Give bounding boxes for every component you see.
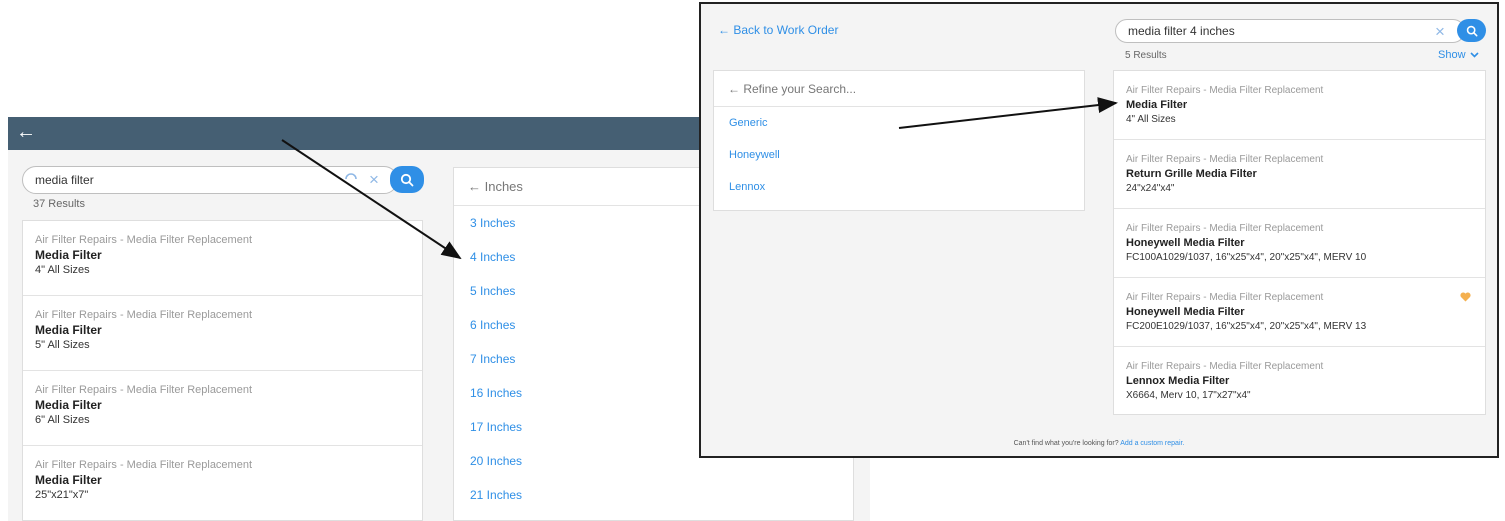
refine-panel-header[interactable]: ← Refine your Search... <box>714 71 1084 107</box>
overlay-screenshot: ← Back to Work Order media filter 4 inch… <box>699 2 1499 458</box>
result-title: Lennox Media Filter <box>1126 375 1230 387</box>
search-button[interactable] <box>390 166 424 193</box>
result-item[interactable]: Air Filter Repairs - Media Filter Replac… <box>23 446 422 521</box>
result-title: Media Filter <box>35 398 102 412</box>
inch-option[interactable]: 21 Inches <box>454 478 853 512</box>
search-icon <box>1466 25 1477 36</box>
result-item[interactable]: Air Filter Repairs - Media Filter Replac… <box>1114 71 1485 140</box>
footer-text: Can't find what you're looking for? <box>1013 440 1121 447</box>
back-to-work-order-link[interactable]: ← Back to Work Order <box>718 23 838 37</box>
refine-option[interactable]: Generic <box>714 107 1084 139</box>
result-detail: 5" All Sizes <box>35 339 90 351</box>
result-title: Return Grille Media Filter <box>1126 168 1257 180</box>
chevron-down-icon <box>1469 52 1479 58</box>
clear-search-icon[interactable]: × <box>369 171 379 188</box>
result-detail: 4" All Sizes <box>35 264 90 276</box>
result-category: Air Filter Repairs - Media Filter Replac… <box>35 309 253 321</box>
result-category: Air Filter Repairs - Media Filter Replac… <box>35 384 253 396</box>
search-input[interactable]: media filter <box>22 166 398 194</box>
refine-search-panel: ← Refine your Search... Generic Honeywel… <box>713 70 1085 211</box>
result-detail: 24"x24"x4" <box>1126 183 1175 194</box>
result-title: Media Filter <box>35 248 102 262</box>
result-count: 5 Results <box>1125 50 1167 61</box>
result-count: 37 Results <box>33 198 85 210</box>
result-title: Honeywell Media Filter <box>1126 237 1245 249</box>
result-item[interactable]: Air Filter Repairs - Media Filter Replac… <box>1114 140 1485 209</box>
result-item[interactable]: Air Filter Repairs - Media Filter Replac… <box>23 221 422 296</box>
search-input[interactable]: media filter 4 inches <box>1115 19 1465 43</box>
result-detail: 25"x21"x7" <box>35 489 89 501</box>
result-detail: 4" All Sizes <box>1126 114 1176 125</box>
result-title: Media Filter <box>35 473 102 487</box>
result-category: Air Filter Repairs - Media Filter Replac… <box>1126 154 1324 165</box>
refine-option[interactable]: Lennox <box>714 171 1084 203</box>
search-icon <box>400 173 414 186</box>
refine-option[interactable]: Honeywell <box>714 139 1084 171</box>
show-dropdown[interactable]: Show <box>1438 49 1479 61</box>
result-item[interactable]: Air Filter Repairs - Media Filter Replac… <box>1114 209 1485 278</box>
result-detail: X6664, Merv 10, 17"x27"x4" <box>1126 390 1251 401</box>
result-item[interactable]: Air Filter Repairs - Media Filter Replac… <box>23 371 422 446</box>
show-label: Show <box>1438 49 1466 61</box>
result-list: Air Filter Repairs - Media Filter Replac… <box>22 220 423 521</box>
search-input-value: media filter <box>35 173 94 187</box>
result-category: Air Filter Repairs - Media Filter Replac… <box>35 459 253 471</box>
back-arrow-icon[interactable]: ← <box>16 121 36 143</box>
result-category: Air Filter Repairs - Media Filter Replac… <box>1126 85 1324 96</box>
heart-icon[interactable] <box>1460 292 1471 302</box>
footer-note: Can't find what you're looking for? Add … <box>701 440 1497 447</box>
result-item[interactable]: Air Filter Repairs - Media Filter Replac… <box>23 296 422 371</box>
search-input-value: media filter 4 inches <box>1128 24 1235 38</box>
search-button[interactable] <box>1457 19 1486 42</box>
result-category: Air Filter Repairs - Media Filter Replac… <box>1126 223 1324 234</box>
result-title: Honeywell Media Filter <box>1126 306 1245 318</box>
result-category: Air Filter Repairs - Media Filter Replac… <box>35 234 253 246</box>
result-detail: 6" All Sizes <box>35 414 90 426</box>
loading-spinner-icon <box>345 173 357 180</box>
result-title: Media Filter <box>1126 99 1188 111</box>
result-detail: FC100A1029/1037, 16"x25"x4", 20"x25"x4",… <box>1126 252 1367 263</box>
result-category: Air Filter Repairs - Media Filter Replac… <box>1126 361 1324 372</box>
result-list: Air Filter Repairs - Media Filter Replac… <box>1113 70 1486 415</box>
result-category: Air Filter Repairs - Media Filter Replac… <box>1126 292 1324 303</box>
add-custom-repair-link[interactable]: Add a custom repair. <box>1120 440 1184 447</box>
result-detail: FC200E1029/1037, 16"x25"x4", 20"x25"x4",… <box>1126 321 1367 332</box>
clear-search-icon[interactable]: × <box>1435 23 1445 40</box>
result-item[interactable]: Air Filter Repairs - Media Filter Replac… <box>1114 278 1485 347</box>
result-item[interactable]: Air Filter Repairs - Media Filter Replac… <box>1114 347 1485 416</box>
result-title: Media Filter <box>35 323 102 337</box>
